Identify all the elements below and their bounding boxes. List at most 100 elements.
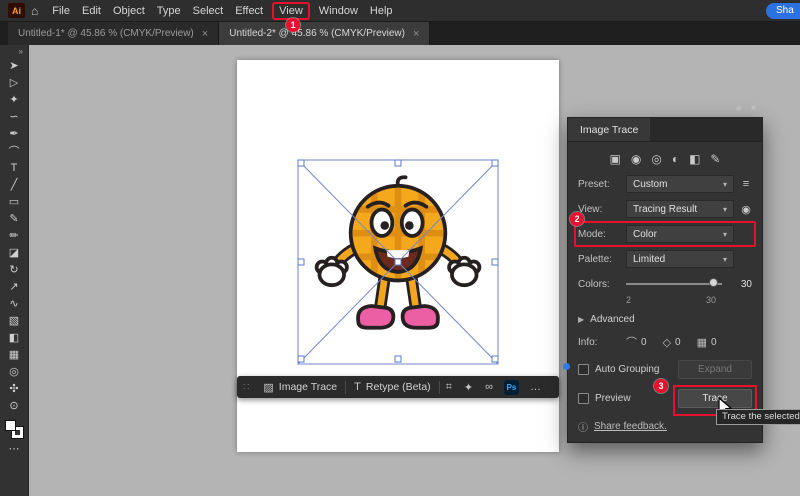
width-tool-icon[interactable]: ∿: [3, 295, 25, 312]
magic-wand-tool-icon[interactable]: ✦: [3, 91, 25, 108]
type-tool-icon[interactable]: T: [3, 159, 25, 176]
chevron-down-icon: ▾: [722, 179, 727, 189]
pencil-tool-icon[interactable]: ✏: [3, 227, 25, 244]
paths-count: ⌒ 0: [626, 334, 647, 350]
share-button[interactable]: Sha: [766, 3, 800, 19]
retype-button[interactable]: T Retype (Beta): [346, 376, 439, 398]
preset-high-color-icon[interactable]: ◉: [631, 152, 641, 166]
eraser-tool-icon[interactable]: ◪: [3, 244, 25, 261]
selection-bounding-box[interactable]: [297, 159, 499, 365]
disclosure-triangle-icon: ▶: [578, 315, 585, 324]
menu-help[interactable]: Help: [364, 0, 399, 22]
view-value: Tracing Result: [633, 203, 698, 215]
palette-dropdown[interactable]: Limited ▾: [626, 250, 734, 268]
info-icon: ⓘ: [578, 423, 588, 434]
eye-icon[interactable]: ◉: [740, 203, 752, 216]
menu-object[interactable]: Object: [107, 0, 151, 22]
colors-label: Colors:: [578, 278, 610, 290]
rectangle-tool-icon[interactable]: ▭: [3, 193, 25, 210]
toolbar-collapse-icon[interactable]: »: [19, 47, 23, 56]
image-trace-panel-body: ▣ ◉ ◎ ◐ ◧ ✎ Preset: Custom ▾ ≡ View: Tracing …: [568, 142, 762, 442]
lasso-tool-icon[interactable]: ∽: [3, 108, 25, 125]
eyedropper-tool-icon[interactable]: ◎: [3, 363, 25, 380]
preset-dropdown[interactable]: Custom ▾: [626, 175, 734, 193]
direct-selection-tool-icon[interactable]: ▷: [3, 74, 25, 91]
edit-in-photoshop-icon[interactable]: Ps: [503, 379, 519, 395]
colors-range: 2 30: [626, 295, 716, 305]
share-feedback-link[interactable]: Share feedback.: [594, 421, 667, 432]
scale-tool-icon[interactable]: ↗: [3, 278, 25, 295]
colors-max: 30: [705, 295, 716, 305]
preset-menu-icon[interactable]: ≡: [740, 178, 752, 190]
mode-dropdown[interactable]: Color ▾: [626, 225, 734, 243]
retype-icon: T: [354, 381, 361, 393]
contextual-task-bar: ∷ ▨ Image Trace T Retype (Beta) ⌗ ✦ ∞ Ps…: [237, 376, 559, 398]
menu-select[interactable]: Select: [187, 0, 230, 22]
close-tab-icon[interactable]: ×: [413, 28, 419, 40]
edit-toolbar-icon[interactable]: ⋯: [9, 442, 20, 455]
more-options-icon[interactable]: …: [524, 381, 547, 393]
trace-button[interactable]: Trace: [678, 389, 752, 408]
preset-black-white-icon[interactable]: ◧: [689, 152, 700, 166]
preset-grayscale-icon[interactable]: ◐: [672, 152, 679, 166]
illustrator-logo[interactable]: Ai: [8, 3, 25, 18]
preset-low-color-icon[interactable]: ◎: [651, 152, 661, 166]
gradient-tool-icon[interactable]: ◧: [3, 329, 25, 346]
tab-untitled-2[interactable]: Untitled-2* @ 45.86 % (CMYK/Preview) ×: [219, 22, 431, 45]
auto-grouping-checkbox[interactable]: [578, 364, 589, 375]
palette-value: Limited: [633, 253, 666, 265]
chevron-down-icon: ▾: [722, 204, 727, 214]
view-dropdown[interactable]: Tracing Result ▾: [626, 200, 734, 218]
image-trace-panel-header[interactable]: Image Trace: [568, 118, 762, 142]
anchors-count: ◇ 0: [663, 336, 681, 349]
colors-value: 30: [740, 278, 752, 290]
menu-view[interactable]: View 1: [272, 1, 310, 32]
drag-handle-icon[interactable]: ∷: [237, 382, 255, 393]
curvature-tool-icon[interactable]: ⌒: [3, 142, 25, 159]
crop-image-icon[interactable]: ⌗: [440, 381, 458, 394]
menu-type[interactable]: Type: [151, 0, 187, 22]
expand-button[interactable]: Expand: [678, 360, 752, 379]
view-row: View: Tracing Result ▾ ◉: [578, 200, 752, 218]
menu-window[interactable]: Window: [313, 0, 364, 22]
hand-tool-icon[interactable]: ✣: [3, 380, 25, 397]
tools-panel: » ➤ ▷ ✦ ∽ ✒ ⌒ T ╱ ▭ ✎ ✏ ◪ ↻ ↗ ∿ ▧ ◧ ▦ ◎ ✣ ⊙ ⋯: [0, 45, 29, 496]
generative-sparkle-icon[interactable]: ✦: [458, 381, 479, 394]
advanced-toggle[interactable]: ▶ Advanced: [578, 314, 752, 325]
slider-track[interactable]: [626, 283, 722, 285]
panel-collapse-icon[interactable]: «: [736, 103, 742, 114]
link-icon[interactable]: ∞: [479, 381, 499, 393]
slider-thumb[interactable]: [708, 278, 718, 287]
tab-untitled-1[interactable]: Untitled-1* @ 45.86 % (CMYK/Preview) ×: [8, 22, 220, 45]
advanced-label: Advanced: [590, 314, 635, 325]
home-icon[interactable]: ⌂: [31, 4, 38, 18]
panel-indicator-dot: [563, 363, 570, 370]
fill-color-swatch[interactable]: [5, 420, 16, 431]
image-trace-button-label: Image Trace: [278, 381, 338, 393]
rotate-tool-icon[interactable]: ↻: [3, 261, 25, 278]
menubar: Ai ⌂ File Edit Object Type Select Effect…: [0, 0, 800, 32]
tool-list: ➤ ▷ ✦ ∽ ✒ ⌒ T ╱ ▭ ✎ ✏ ◪ ↻ ↗ ∿ ▧ ◧ ▦ ◎ ✣ ⊙: [3, 57, 25, 414]
pen-tool-icon[interactable]: ✒: [3, 125, 25, 142]
image-trace-button[interactable]: ▨ Image Trace: [255, 376, 345, 398]
mode-label: Mode:: [578, 228, 606, 240]
mesh-tool-icon[interactable]: ▦: [3, 346, 25, 363]
panel-close-icon[interactable]: ×: [751, 103, 757, 114]
line-segment-tool-icon[interactable]: ╱: [3, 176, 25, 193]
shape-builder-tool-icon[interactable]: ▧: [3, 312, 25, 329]
preset-auto-color-icon[interactable]: ▣: [610, 152, 621, 166]
paintbrush-tool-icon[interactable]: ✎: [3, 210, 25, 227]
preset-row: Preset: Custom ▾ ≡: [578, 175, 752, 193]
menu-effect[interactable]: Effect: [229, 0, 269, 22]
colors-slider[interactable]: [626, 275, 722, 293]
zoom-tool-icon[interactable]: ⊙: [3, 397, 25, 414]
selection-tool-icon[interactable]: ➤: [3, 57, 25, 74]
fill-stroke-swatches: [5, 420, 24, 439]
close-tab-icon[interactable]: ×: [202, 28, 208, 40]
trace-tooltip: Trace the selected: [716, 409, 800, 425]
preview-checkbox[interactable]: [578, 393, 589, 404]
colors-row: Colors: 30: [578, 275, 752, 293]
menu-edit[interactable]: Edit: [76, 0, 107, 22]
menu-file[interactable]: File: [46, 0, 76, 22]
preset-outline-icon[interactable]: ✎: [710, 152, 720, 166]
